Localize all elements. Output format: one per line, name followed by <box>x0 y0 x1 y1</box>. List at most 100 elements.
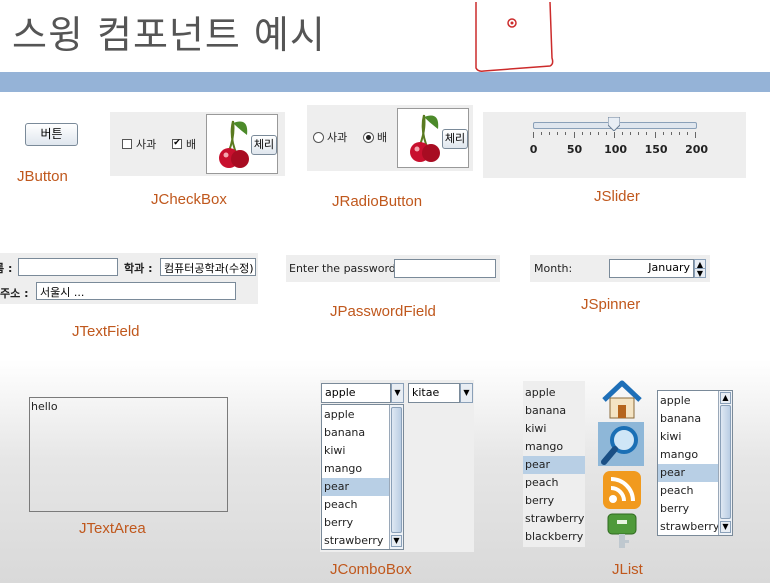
combobox-selected[interactable]: apple <box>321 383 391 403</box>
scroll-list-item[interactable]: strawberry <box>658 518 719 536</box>
slider-tick-mark <box>573 132 575 138</box>
demo-button[interactable]: 버튼 <box>25 123 78 146</box>
caption-jtextfield: JTextField <box>72 323 140 340</box>
combobox-second[interactable]: kitae <box>408 383 460 403</box>
icon-list <box>598 378 646 548</box>
spinner-label: Month: <box>534 262 573 275</box>
list-item[interactable]: apple <box>523 384 585 402</box>
list-scrollbar[interactable]: ▲ ▼ <box>718 391 732 535</box>
scroll-list-item[interactable]: pear <box>658 464 718 482</box>
combobox-panel: apple ▼ apple banana kiwi mango pear peach ber… <box>320 380 474 552</box>
cherry-image-checkbox[interactable]: 체리 <box>206 114 278 174</box>
slide-title: 스윙 컴포넌트 예시 <box>12 13 326 57</box>
checkbox-apple-label: 사과 <box>136 138 157 151</box>
text-area[interactable]: hello <box>29 397 228 512</box>
radio-panel: 사과 배 체리 <box>307 105 473 171</box>
checkbox-apple[interactable] <box>122 139 132 149</box>
slider-tick-mark <box>605 132 607 135</box>
list-item[interactable]: pear <box>523 456 585 474</box>
scroll-list-item[interactable]: peach <box>658 482 718 500</box>
combobox-option-item[interactable]: kiwi <box>322 442 389 460</box>
magnifier-icon <box>601 426 638 465</box>
radio-apple-label: 사과 <box>327 131 348 144</box>
scrollbar-thumb[interactable] <box>391 407 402 533</box>
scroll-down-button[interactable]: ▼ <box>391 535 402 547</box>
slider-panel: 0 50 100 150 200 <box>483 112 746 178</box>
slider-tick-mark <box>695 132 696 138</box>
address-label: 주소 : <box>0 287 29 300</box>
combobox-option-item[interactable]: berry <box>322 514 389 532</box>
caption-jcombobox: JComboBox <box>330 561 412 578</box>
radio-apple[interactable] <box>313 132 324 143</box>
address-field[interactable]: 서울시 ... <box>36 282 236 300</box>
scroll-list-item[interactable]: mango <box>658 446 718 464</box>
slider-tick-mark <box>678 132 680 135</box>
textfield-panel: 름 : 학과 : 컴퓨터공학과(수정) 주소 : 서울시 ... <box>0 253 258 304</box>
dept-field[interactable]: 컴퓨터공학과(수정) <box>160 258 256 276</box>
caption-jpasswordfield: JPasswordField <box>330 303 436 320</box>
password-panel: Enter the password: <box>286 255 500 282</box>
radio-pear-label: 배 <box>377 131 388 144</box>
combobox-option-item[interactable]: apple <box>322 406 389 424</box>
scroll-list-item[interactable]: apple <box>658 392 718 410</box>
magnifier-icon-cell[interactable] <box>598 422 644 466</box>
tick-label: 50 <box>566 143 583 156</box>
list-item[interactable]: strawberry <box>523 510 585 528</box>
slider-tick-mark <box>565 132 567 135</box>
dept-label: 학과 : <box>124 262 153 275</box>
radio-pear[interactable] <box>363 132 374 143</box>
scroll-list-item[interactable]: berry <box>658 500 718 518</box>
combobox-scrollbar[interactable]: ▼ <box>389 405 403 549</box>
slider-tick-mark <box>597 132 599 135</box>
combobox-option-item[interactable]: banana <box>322 424 389 442</box>
slider-tick-mark <box>541 132 543 135</box>
spinner-down-button[interactable]: ▼ <box>694 268 706 278</box>
caption-jlist: JList <box>612 561 643 578</box>
scroll-down-button[interactable]: ▼ <box>720 521 731 533</box>
caption-jradiobutton: JRadioButton <box>332 193 423 210</box>
slider-thumb[interactable] <box>607 116 621 132</box>
tick-label: 150 <box>644 143 668 156</box>
list-item[interactable]: berry <box>523 492 585 510</box>
combobox-option-item[interactable]: pear <box>322 478 389 496</box>
home-icon[interactable] <box>600 378 644 420</box>
combobox-option-item[interactable]: strawberry <box>322 532 389 550</box>
list-item[interactable]: mango <box>523 438 585 456</box>
slider-tick-mark <box>589 132 591 135</box>
tick-label: 0 <box>529 143 538 156</box>
text-area-content: hello <box>31 400 58 413</box>
plain-list: apple banana kiwi mango pear peach berry strawb… <box>523 381 585 547</box>
list-item[interactable]: peach <box>523 474 585 492</box>
caption-jspinner: JSpinner <box>581 296 641 313</box>
checkbox-panel: 사과 ✔ 배 체리 <box>110 112 285 176</box>
caption-jtextarea: JTextArea <box>79 520 146 537</box>
combobox-dropdown: apple banana kiwi mango pear peach berry strawb… <box>321 404 404 550</box>
caption-jslider: JSlider <box>594 188 640 205</box>
list-item[interactable]: banana <box>523 402 585 420</box>
caption-jcheckbox: JCheckBox <box>151 191 227 208</box>
combobox-option-item[interactable]: mango <box>322 460 389 478</box>
combobox-arrow-button[interactable]: ▼ <box>391 383 404 403</box>
slider-tick-mark <box>533 132 534 138</box>
spinner-field[interactable]: January <box>609 259 694 278</box>
scroll-list-item[interactable]: banana <box>658 410 718 428</box>
scroll-list-item[interactable]: kiwi <box>658 428 718 446</box>
scroll-up-button[interactable]: ▲ <box>720 392 731 404</box>
name-field[interactable] <box>18 258 118 276</box>
slider-tick-mark <box>614 132 615 138</box>
caption-jbutton: JButton <box>17 168 68 185</box>
cherry-image-radio[interactable]: 체리 <box>397 108 469 168</box>
slider-tick-mark <box>638 132 640 135</box>
combobox-second-arrow[interactable]: ▼ <box>460 383 473 403</box>
slider-tick-mark <box>622 132 624 135</box>
list-item[interactable]: kiwi <box>523 420 585 438</box>
rss-icon[interactable] <box>602 470 642 510</box>
slider-ticks <box>533 132 696 142</box>
list-scrollbar-thumb[interactable] <box>720 405 731 519</box>
key-icon[interactable] <box>606 512 638 550</box>
combobox-option-item[interactable]: peach <box>322 496 389 514</box>
password-field[interactable] <box>394 259 496 278</box>
list-item[interactable]: blackberry <box>523 528 585 546</box>
slider-tick-mark <box>549 132 551 135</box>
checkbox-pear[interactable]: ✔ <box>172 139 182 149</box>
